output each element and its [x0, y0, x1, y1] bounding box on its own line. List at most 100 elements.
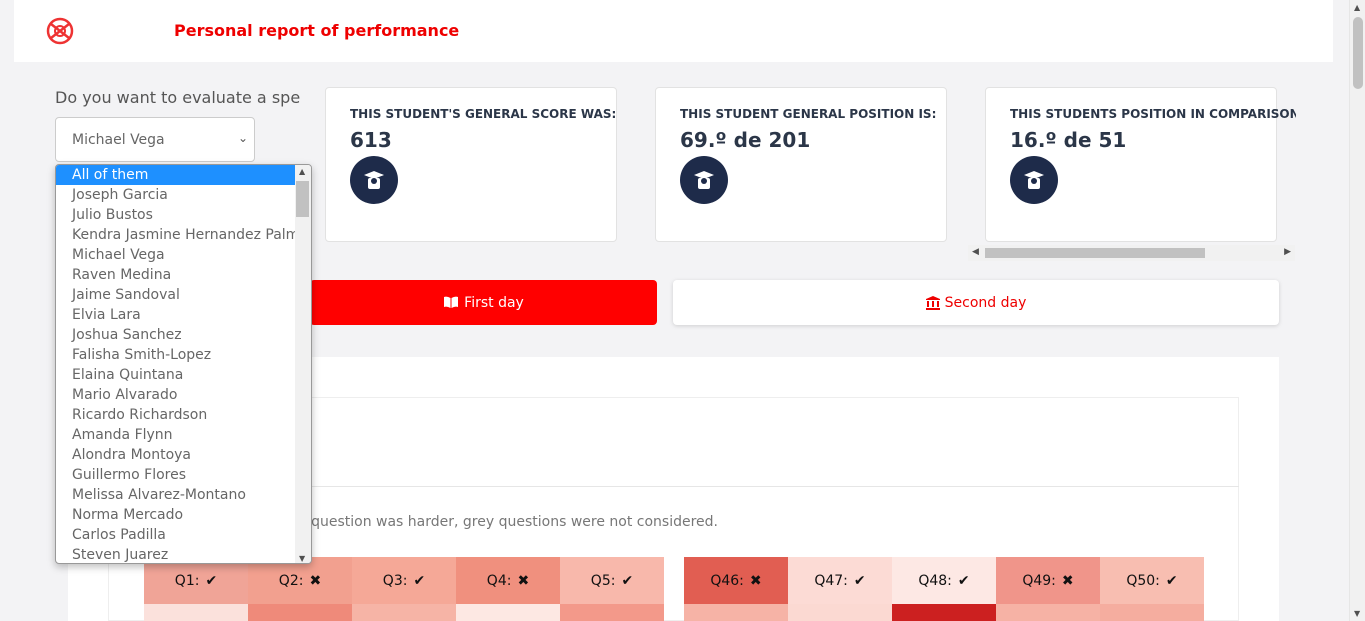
dropdown-option[interactable]: Raven Medina	[56, 265, 296, 285]
dropdown-option[interactable]: Alondra Montoya	[56, 445, 296, 465]
student-dropdown-list[interactable]: All of them Joseph Garcia Julio Bustos Kend…	[55, 164, 312, 564]
comparison-position-label: THIS STUDENTS POSITION IN COMPARISON W	[1010, 107, 1296, 121]
graduate-icon	[680, 156, 728, 204]
book-icon	[444, 296, 459, 308]
chevron-down-icon: ⌄	[237, 131, 248, 145]
dropdown-option[interactable]: Melissa Alvarez-Montano	[56, 485, 296, 505]
question-label: Q2:	[278, 572, 304, 589]
dropdown-option[interactable]: Guillermo Flores	[56, 465, 296, 485]
check-icon: ✔	[205, 572, 218, 589]
general-position-card: THIS STUDENT GENERAL POSITION IS: 69.º d…	[655, 87, 947, 242]
dropdown-scrollbar[interactable]: ▲ ▼	[295, 165, 311, 563]
question-cell: Q2: ✖	[248, 557, 352, 604]
question-label: Q48:	[918, 572, 952, 589]
score-card-label: THIS STUDENT'S GENERAL SCORE WAS:	[350, 107, 617, 121]
question-cell	[788, 604, 892, 621]
question-cell	[248, 604, 352, 621]
cross-icon: ✖	[749, 572, 762, 589]
question-cell: Q5: ✔	[560, 557, 664, 604]
score-card-value: 613	[350, 128, 392, 152]
question-label: Q3:	[382, 572, 408, 589]
dropdown-option[interactable]: Amanda Flynn	[56, 425, 296, 445]
dropdown-option[interactable]: Ricardo Richardson	[56, 405, 296, 425]
question-grid-right: Q46: ✖ Q47: ✔ Q48: ✔ Q49: ✖ Q50: ✔	[684, 557, 1204, 604]
dropdown-option[interactable]: Julio Bustos	[56, 205, 296, 225]
question-cell: Q46: ✖	[684, 557, 788, 604]
question-cell: Q48: ✔	[892, 557, 996, 604]
scrollbar-thumb[interactable]	[296, 181, 309, 217]
check-icon: ✔	[853, 572, 866, 589]
question-label: Q49:	[1022, 572, 1056, 589]
question-cell: Q4: ✖	[456, 557, 560, 604]
dropdown-option[interactable]: Joshua Sanchez	[56, 325, 296, 345]
check-icon: ✔	[957, 572, 970, 589]
question-cell: Q49: ✖	[996, 557, 1100, 604]
question-cell: Q3: ✔	[352, 557, 456, 604]
question-grid-right-row2	[684, 604, 1204, 621]
scroll-down-icon[interactable]: ▼	[1354, 609, 1360, 618]
question-label: Q5:	[590, 572, 616, 589]
second-day-button[interactable]: Second day	[673, 280, 1279, 325]
first-day-label: First day	[464, 294, 524, 311]
question-grid-left: Q1: ✔ Q2: ✖ Q3: ✔ Q4: ✖ Q5: ✔	[144, 557, 664, 604]
scroll-up-icon[interactable]: ▲	[1354, 3, 1360, 12]
dropdown-option[interactable]: Falisha Smith-Lopez	[56, 345, 296, 365]
summary-cards: THIS STUDENT'S GENERAL SCORE WAS: 613 TH…	[310, 82, 1296, 262]
cross-icon: ✖	[1061, 572, 1074, 589]
scrollbar-thumb[interactable]	[985, 248, 1205, 258]
general-position-label: THIS STUDENT GENERAL POSITION IS:	[680, 107, 937, 121]
question-label: Q50:	[1126, 572, 1160, 589]
dropdown-option[interactable]: Mario Alvarado	[56, 385, 296, 405]
dropdown-option[interactable]: Kendra Jasmine Hernandez Palma	[56, 225, 296, 245]
question-cell	[456, 604, 560, 621]
dropdown-option[interactable]: All of them	[56, 165, 296, 185]
question-label: Q46:	[710, 572, 744, 589]
header-bar: Personal report of performance	[14, 0, 1333, 62]
score-card: THIS STUDENT'S GENERAL SCORE WAS: 613	[325, 87, 617, 242]
scroll-left-icon[interactable]: ◀	[972, 247, 979, 257]
page-title: Personal report of performance	[174, 21, 460, 40]
question-label: Q47:	[814, 572, 848, 589]
institution-icon	[925, 295, 940, 310]
page-scrollbar[interactable]: ▲ ▼	[1349, 0, 1365, 621]
check-icon: ✔	[1165, 572, 1178, 589]
student-filter-question: Do you want to evaluate a specifi	[55, 88, 301, 107]
general-position-value: 69.º de 201	[680, 128, 811, 152]
first-day-button[interactable]: First day	[310, 280, 657, 325]
scroll-right-icon[interactable]: ▶	[1284, 247, 1291, 257]
cross-icon: ✖	[517, 572, 530, 589]
question-cell: Q50: ✔	[1100, 557, 1204, 604]
question-cell	[1100, 604, 1204, 621]
question-cell: Q1: ✔	[144, 557, 248, 604]
second-day-label: Second day	[944, 294, 1027, 311]
dropdown-option[interactable]: Joseph Garcia	[56, 185, 296, 205]
cards-horizontal-scrollbar[interactable]: ◀ ▶	[968, 245, 1295, 261]
question-cell	[144, 604, 248, 621]
scrollbar-thumb[interactable]	[1353, 17, 1363, 89]
dropdown-option[interactable]: Jaime Sandoval	[56, 285, 296, 305]
question-cell: Q47: ✔	[788, 557, 892, 604]
question-grid-left-row2	[144, 604, 664, 621]
scroll-up-icon[interactable]: ▲	[299, 167, 305, 176]
question-label: Q1:	[174, 572, 200, 589]
dropdown-option[interactable]: Elvia Lara	[56, 305, 296, 325]
comparison-position-card: THIS STUDENTS POSITION IN COMPARISON W 1…	[985, 87, 1296, 242]
question-cell	[352, 604, 456, 621]
dropdown-option[interactable]: Norma Mercado	[56, 505, 296, 525]
dropdown-option[interactable]: Elaina Quintana	[56, 365, 296, 385]
question-cell	[684, 604, 788, 621]
broken-target-logo	[46, 17, 74, 45]
scroll-down-icon[interactable]: ▼	[299, 554, 305, 563]
student-select[interactable]: Michael Vega ⌄	[55, 117, 255, 162]
dropdown-option[interactable]: Carlos Padilla	[56, 525, 296, 545]
dropdown-option[interactable]: Michael Vega	[56, 245, 296, 265]
check-icon: ✔	[413, 572, 426, 589]
question-cell	[892, 604, 996, 621]
cross-icon: ✖	[309, 572, 322, 589]
question-cell	[996, 604, 1100, 621]
question-cell	[560, 604, 664, 621]
graduate-icon	[1010, 156, 1058, 204]
question-label: Q4:	[486, 572, 512, 589]
dropdown-option[interactable]: Steven Juarez	[56, 545, 296, 563]
student-select-value: Michael Vega	[72, 132, 165, 148]
